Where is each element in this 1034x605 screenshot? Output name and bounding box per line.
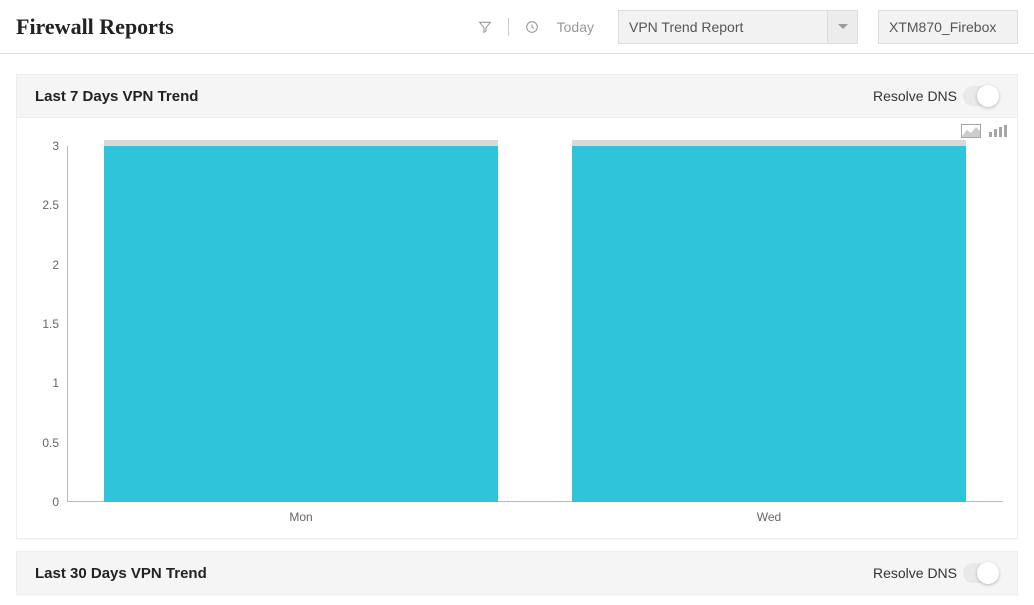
report-select-text[interactable]: VPN Trend Report xyxy=(618,10,828,44)
panel-7day-header: Last 7 Days VPN Trend Resolve DNS xyxy=(16,74,1018,118)
y-tick-label: 3 xyxy=(52,139,59,153)
header-controls: Today VPN Trend Report XTM870_Firebox xyxy=(474,10,1018,44)
chart-bar[interactable] xyxy=(572,146,965,502)
clock-icon[interactable] xyxy=(521,16,543,38)
chart-plot-area xyxy=(67,146,1003,502)
y-tick-label: 2.5 xyxy=(42,198,59,212)
panel-30day-title: Last 30 Days VPN Trend xyxy=(35,565,207,582)
resolve-dns-toggle[interactable] xyxy=(963,563,999,583)
x-tick-label: Mon xyxy=(289,510,312,524)
report-select[interactable]: VPN Trend Report xyxy=(618,10,858,44)
report-select-value: VPN Trend Report xyxy=(629,19,743,35)
date-range-label[interactable]: Today xyxy=(557,19,594,35)
y-tick-label: 0.5 xyxy=(42,436,59,450)
panel-7day-title: Last 7 Days VPN Trend xyxy=(35,88,198,105)
chart-bar[interactable] xyxy=(104,146,497,502)
chart-x-axis: Mon Wed xyxy=(67,508,1003,528)
chart-bar-cap xyxy=(104,140,497,146)
page-title: Firewall Reports xyxy=(16,14,174,40)
y-axis-line xyxy=(67,146,68,502)
resolve-dns-toggle[interactable] xyxy=(963,86,999,106)
x-tick-label: Wed xyxy=(757,510,781,524)
device-select-value: XTM870_Firebox xyxy=(889,19,996,35)
panel-7day: Last 7 Days VPN Trend Resolve DNS xyxy=(16,74,1018,539)
chevron-down-icon xyxy=(838,24,848,30)
chart-bar-cap xyxy=(572,140,965,146)
filter-icon[interactable] xyxy=(474,16,496,38)
y-tick-label: 1.5 xyxy=(42,317,59,331)
report-select-caret[interactable] xyxy=(828,10,858,44)
resolve-dns-label: Resolve DNS xyxy=(873,565,957,581)
device-select[interactable]: XTM870_Firebox xyxy=(878,10,1018,44)
y-tick-label: 1 xyxy=(52,376,59,390)
chart-7day: 0 0.5 1 1.5 2 2.5 3 Mon Wed xyxy=(17,118,1017,538)
resolve-dns-label: Resolve DNS xyxy=(873,88,957,104)
chart-y-axis: 00.511.522.53 xyxy=(17,146,67,502)
panel-30day-header: Last 30 Days VPN Trend Resolve DNS xyxy=(16,551,1018,595)
panel-30day: Last 30 Days VPN Trend Resolve DNS xyxy=(16,551,1018,595)
y-tick-label: 2 xyxy=(52,258,59,272)
top-header: Firewall Reports Today VPN Trend Report xyxy=(0,0,1034,54)
y-tick-label: 0 xyxy=(52,495,59,509)
panel-7day-body: 0 0.5 1 1.5 2 2.5 3 Mon Wed xyxy=(16,118,1018,539)
separator xyxy=(508,18,509,36)
